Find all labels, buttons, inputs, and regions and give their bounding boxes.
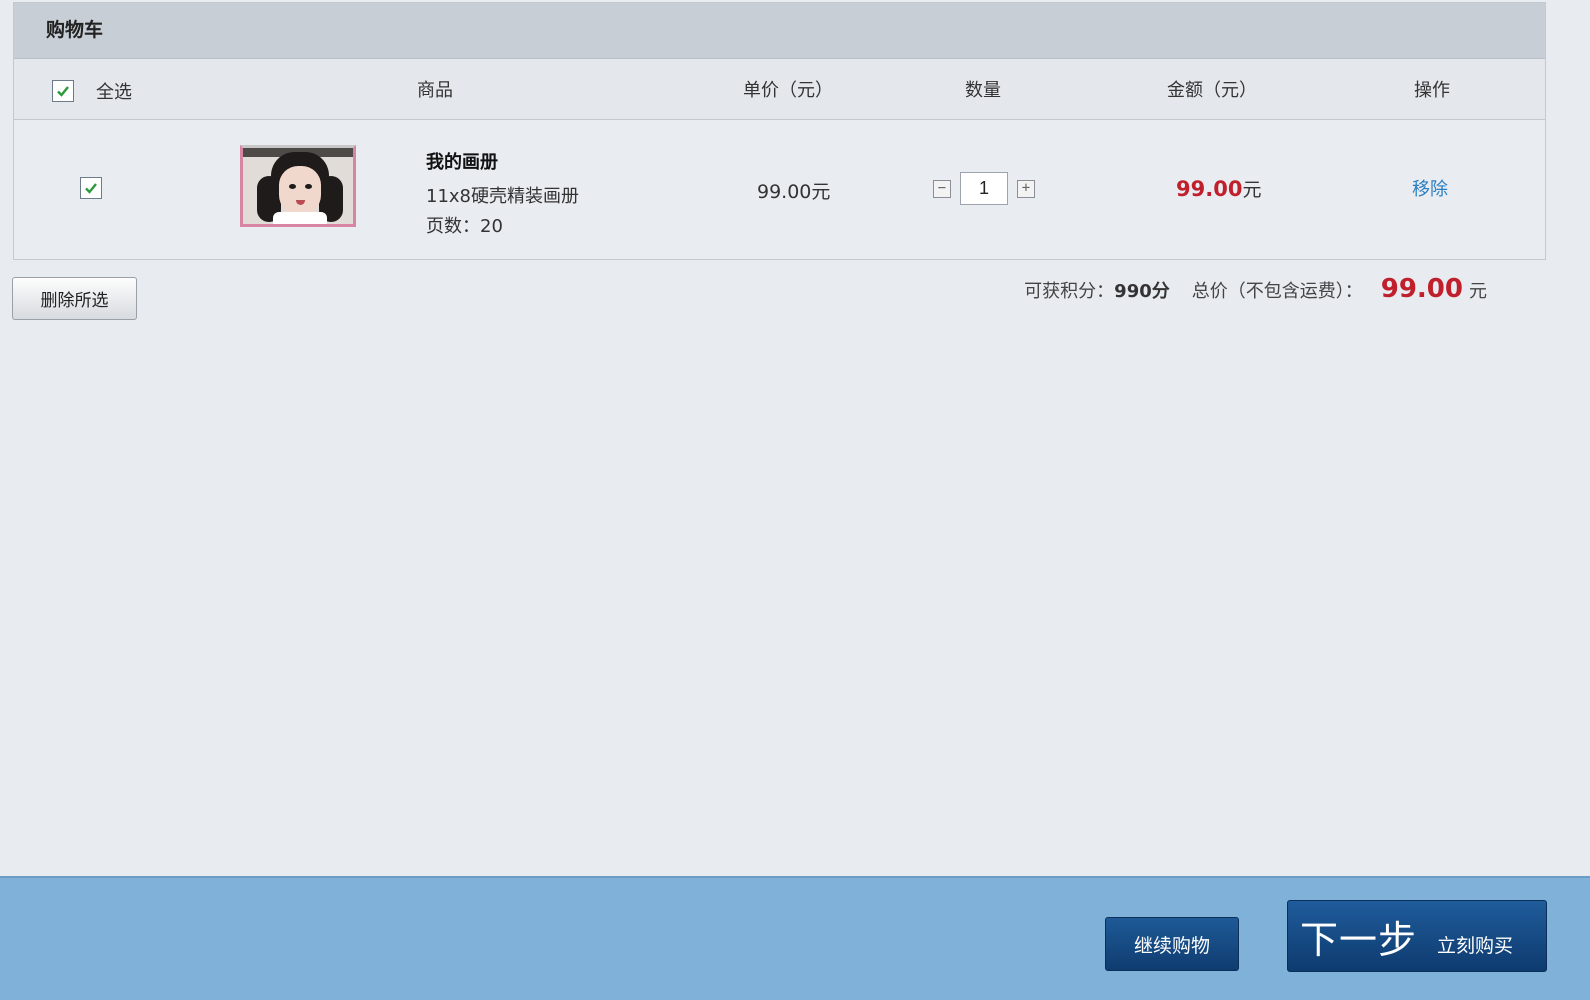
cart-summary: 可获积分：990分 总价（不包含运费）： 99.00 元	[1024, 274, 1487, 308]
quantity-input[interactable]	[960, 172, 1008, 205]
next-step-label: 下一步	[1300, 919, 1418, 962]
product-thumbnail[interactable]	[240, 145, 356, 227]
col-header-quantity: 数量	[965, 80, 1001, 101]
item-unit-price: 99.00元	[757, 181, 831, 203]
cart-title: 购物车	[14, 3, 1545, 59]
quantity-stepper: − +	[933, 172, 1035, 205]
select-all-group[interactable]: 全选	[52, 78, 132, 104]
increase-button[interactable]: +	[1017, 179, 1035, 198]
select-all-checkbox[interactable]	[52, 80, 74, 102]
product-name[interactable]: 我的画册	[426, 148, 579, 174]
points-info: 可获积分：990分	[1024, 277, 1170, 303]
item-amount-unit: 元	[1242, 179, 1262, 201]
total-unit: 元	[1469, 281, 1487, 302]
col-header-action: 操作	[1414, 80, 1450, 101]
delete-selected-button[interactable]: 删除所选	[12, 277, 137, 320]
footer-bar: 继续购物 下一步 立刻购买	[0, 876, 1590, 1000]
total-label: 总价（不包含运费）：	[1191, 281, 1363, 302]
col-header-unit-price: 单价（元）	[743, 80, 833, 101]
points-value: 990分	[1114, 281, 1170, 302]
next-step-button[interactable]: 下一步 立刻购买	[1287, 900, 1547, 972]
check-icon	[57, 86, 69, 97]
remove-link[interactable]: 移除	[1412, 175, 1448, 201]
cart-header-row: 全选 商品 单价（元） 数量 金额（元） 操作	[14, 59, 1545, 120]
item-amount-value: 99.00	[1176, 177, 1243, 201]
col-header-product: 商品	[417, 80, 453, 101]
item-amount: 99.00元	[1176, 175, 1261, 202]
points-label: 可获积分：	[1024, 281, 1115, 302]
total-value: 99.00	[1380, 274, 1463, 304]
product-info: 我的画册 11x8硬壳精装画册 页数：20	[426, 148, 579, 238]
continue-shopping-button[interactable]: 继续购物	[1105, 917, 1239, 971]
col-header-amount: 金额（元）	[1167, 80, 1257, 101]
cart-panel: 购物车 全选 商品 单价（元） 数量 金额（元） 操作 我的画册 11x8硬壳精…	[13, 2, 1546, 260]
buy-now-label: 立刻购买	[1437, 935, 1514, 957]
product-pages: 页数：20	[426, 216, 503, 237]
cart-item-row: 我的画册 11x8硬壳精装画册 页数：20 99.00元 − + 99.00元 …	[14, 120, 1545, 258]
check-icon	[85, 183, 97, 194]
decrease-button[interactable]: −	[933, 179, 951, 198]
select-all-label: 全选	[96, 82, 132, 103]
product-description: 11x8硬壳精装画册	[426, 186, 580, 207]
item-checkbox[interactable]	[80, 177, 102, 199]
